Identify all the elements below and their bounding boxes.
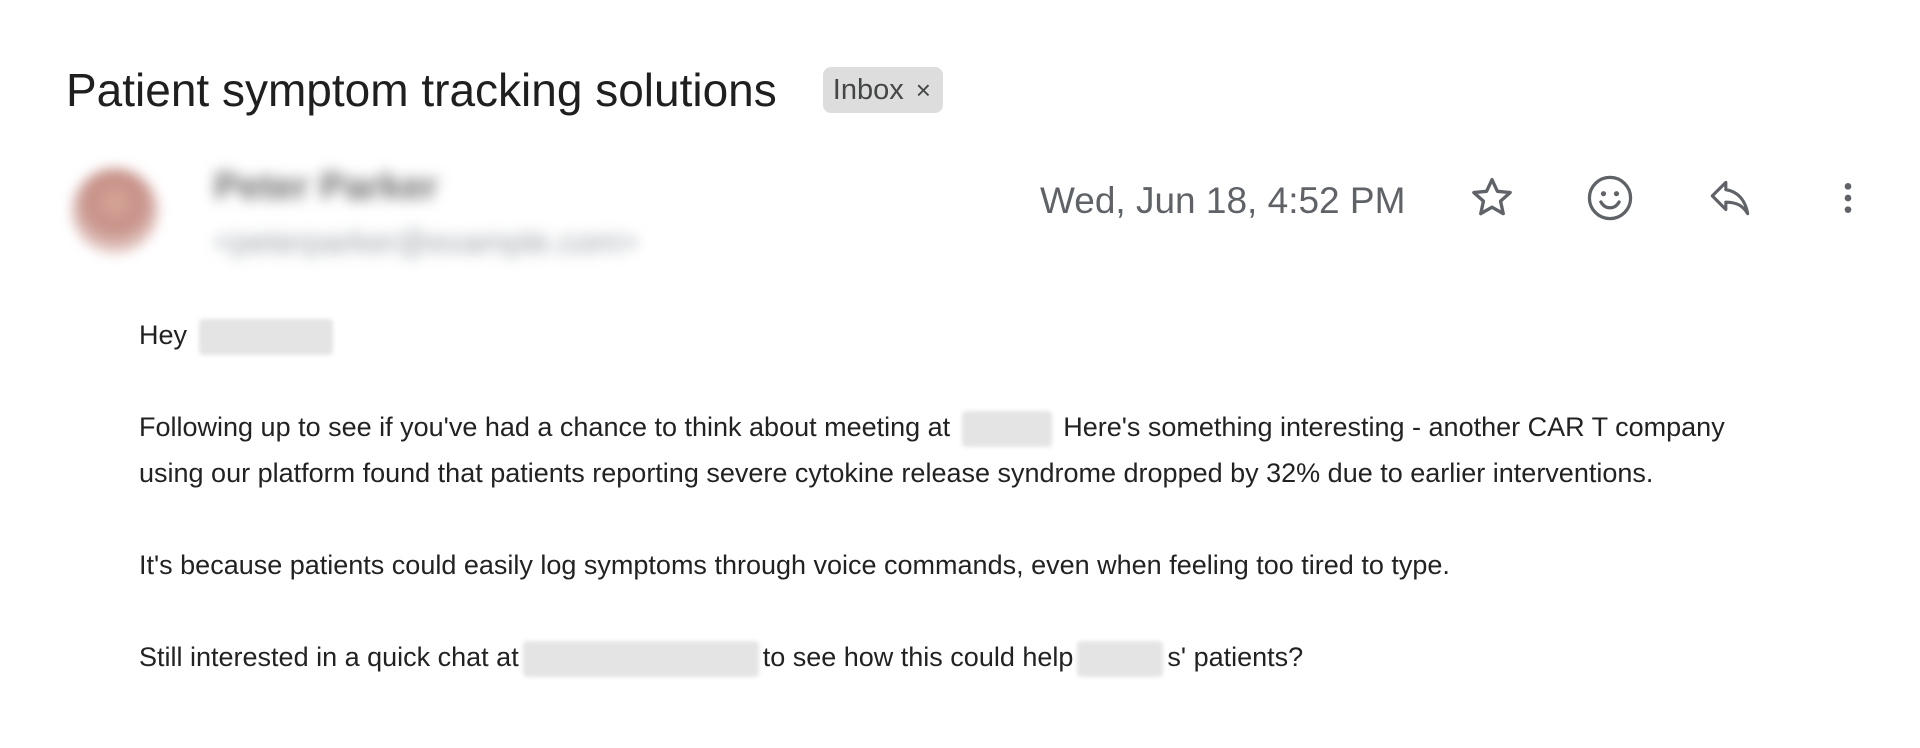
star-button[interactable] — [1464, 170, 1520, 226]
more-options-button[interactable] — [1820, 170, 1876, 226]
sender-name-redacted[interactable]: Peter Parker — [214, 166, 438, 209]
more-vert-icon — [1844, 183, 1852, 213]
star-icon — [1472, 178, 1512, 216]
paragraph-3-end: s' patients? — [1167, 642, 1304, 672]
greeting-paragraph: Hey — [139, 312, 1779, 358]
inbox-label-chip[interactable]: Inbox × — [822, 67, 943, 113]
email-date: Wed, Jun 18, 4:52 PM — [1040, 180, 1406, 221]
paragraph-1-start: Following up to see if you've had a chan… — [139, 412, 951, 442]
redacted-location — [961, 410, 1052, 447]
redacted-venue — [522, 640, 759, 677]
subject-row: Patient symptom tracking solutions Inbox… — [66, 62, 943, 118]
reply-icon — [1710, 180, 1750, 216]
greeting-text: Hey — [139, 320, 188, 350]
redacted-company — [1077, 640, 1164, 677]
paragraph-3-middle: to see how this could help — [762, 642, 1074, 672]
remove-label-button[interactable]: × — [916, 75, 931, 106]
paragraph-2: It's because patients could easily log s… — [139, 550, 1450, 580]
redacted-recipient-name — [198, 318, 333, 355]
paragraph-1: Following up to see if you've had a chan… — [139, 404, 1779, 496]
reply-button[interactable] — [1702, 170, 1758, 226]
sender-avatar[interactable] — [72, 168, 158, 254]
email-subject: Patient symptom tracking solutions — [66, 64, 777, 116]
label-text: Inbox — [832, 73, 904, 106]
emoji-icon — [1587, 175, 1633, 221]
paragraph-3-start: Still interested in a quick chat at — [139, 642, 519, 672]
paragraph-3: Still interested in a quick chat at to se… — [139, 634, 1779, 680]
emoji-react-button[interactable] — [1582, 170, 1638, 226]
sender-email-redacted: <peterparker@example.com> — [214, 224, 638, 260]
email-body: Hey Following up to see if you've had a … — [139, 312, 1779, 726]
